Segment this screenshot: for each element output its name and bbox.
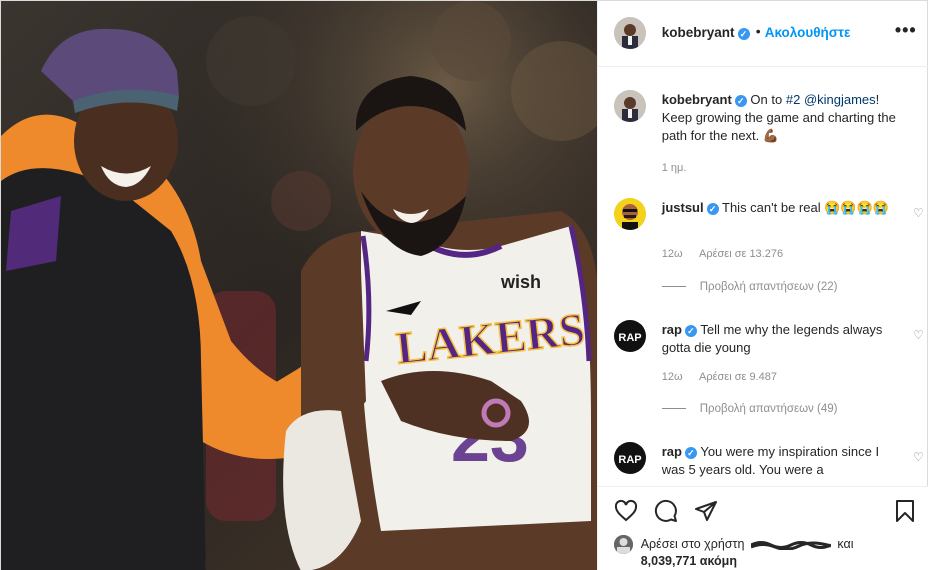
caption-avatar[interactable] [613,90,646,122]
comment-username[interactable]: justsul [662,200,704,215]
author-username[interactable]: kobebryant ✓ [662,25,750,40]
caption-meta: 1 ημ. [662,162,701,174]
likes-prefix: Αρέσει στο χρήστη [640,537,745,551]
comment-username[interactable]: rap [662,444,682,459]
verified-badge-icon: ✓ [737,28,750,40]
redacted-username-scribble [750,540,831,550]
verified-badge-icon: ✓ [734,95,747,107]
comment-text: rap ✓ Tell me why the legends always gott… [662,321,900,357]
comment-time[interactable]: 12ω [662,371,683,383]
verified-badge-icon: ✓ [684,447,697,459]
caption-time[interactable]: 1 ημ. [662,162,687,174]
comment-bubble-icon[interactable] [654,499,678,523]
comment-time[interactable]: 12ω [662,248,683,260]
post-photo[interactable]: wish LAKERS 23 [1,1,597,570]
view-replies-button[interactable]: Προβολή απαντήσεων (22) [662,281,838,293]
caption-text: kobebryant ✓ On to #2 @kingjames! Keep gr… [662,91,900,145]
comment-item: justsul ✓ This can't be real 😭😭😭😭 ♡ 12ω Α… [613,198,924,298]
caption-prefix: On to [750,92,786,107]
comment-username[interactable]: rap [662,322,682,337]
caption-username[interactable]: kobebryant [662,92,732,107]
more-options-icon[interactable]: ••• [895,20,917,41]
follow-button[interactable]: Ακολουθήστε [765,25,851,40]
jersey-sponsor: wish [500,272,541,292]
photo-illustration: wish LAKERS 23 [1,1,597,570]
comment-like-heart-icon[interactable]: ♡ [913,206,924,220]
comment-meta: 12ω Αρέσει σε 9.487 [662,371,791,383]
comment-text: rap ✓ You were my inspiration since I was… [662,443,900,479]
like-heart-icon[interactable] [614,499,638,523]
comment-avatar[interactable] [613,198,646,230]
comment-meta: 12ω Αρέσει σε 13.276 [662,248,797,260]
author-avatar[interactable] [613,17,646,49]
likes-and: και [837,537,854,551]
svg-text:RAP: RAP [618,454,641,466]
view-replies-button[interactable]: Προβολή απαντήσεων (49) [662,403,838,415]
author-username-text[interactable]: kobebryant [662,25,735,40]
liker-avatar[interactable] [613,535,633,554]
comment-avatar[interactable]: RAP [613,442,646,474]
comment-like-heart-icon[interactable]: ♡ [913,450,924,464]
comment-message: This can't be real 😭😭😭😭 [722,200,889,215]
comment-like-heart-icon[interactable]: ♡ [913,328,924,342]
comment-likes[interactable]: Αρέσει σε 9.487 [699,371,777,383]
comment-text: justsul ✓ This can't be real 😭😭😭😭 [662,199,900,217]
caption: kobebryant ✓ On to #2 @kingjames! Keep gr… [613,90,914,180]
share-paper-plane-icon[interactable] [694,499,718,523]
save-bookmark-icon[interactable] [893,499,917,523]
flexed-biceps-emoji: 💪🏾 [762,128,780,143]
svg-text:RAP: RAP [618,332,641,344]
comment-avatar[interactable]: RAP [613,320,646,352]
caption-mention-link[interactable]: @kingjames [804,92,876,107]
caption-hashtag-link[interactable]: #2 [786,92,800,107]
post-actions: Αρέσει στο χρήστη και 8,039,771 ακόμη [597,486,928,570]
likes-line-1: Αρέσει στο χρήστη και [641,536,854,553]
comment-likes[interactable]: Αρέσει σε 13.276 [699,248,783,260]
separator-dot: • [755,23,761,39]
comment-item: RAP rap ✓ You were my inspiration since I… [613,442,924,486]
likes-count[interactable]: 8,039,771 ακόμη [641,553,737,570]
comments-list[interactable]: kobebryant ✓ On to #2 @kingjames! Keep gr… [598,68,928,486]
verified-badge-icon: ✓ [684,325,697,337]
post-sidebar: kobebryant ✓ • Ακολουθήστε ••• kobebryan… [596,1,928,570]
instagram-post: wish LAKERS 23 [0,0,928,570]
comment-item: RAP rap ✓ Tell me why the legends always … [613,320,924,420]
post-header: kobebryant ✓ • Ακολουθήστε ••• [597,1,928,67]
verified-badge-icon: ✓ [706,203,719,215]
